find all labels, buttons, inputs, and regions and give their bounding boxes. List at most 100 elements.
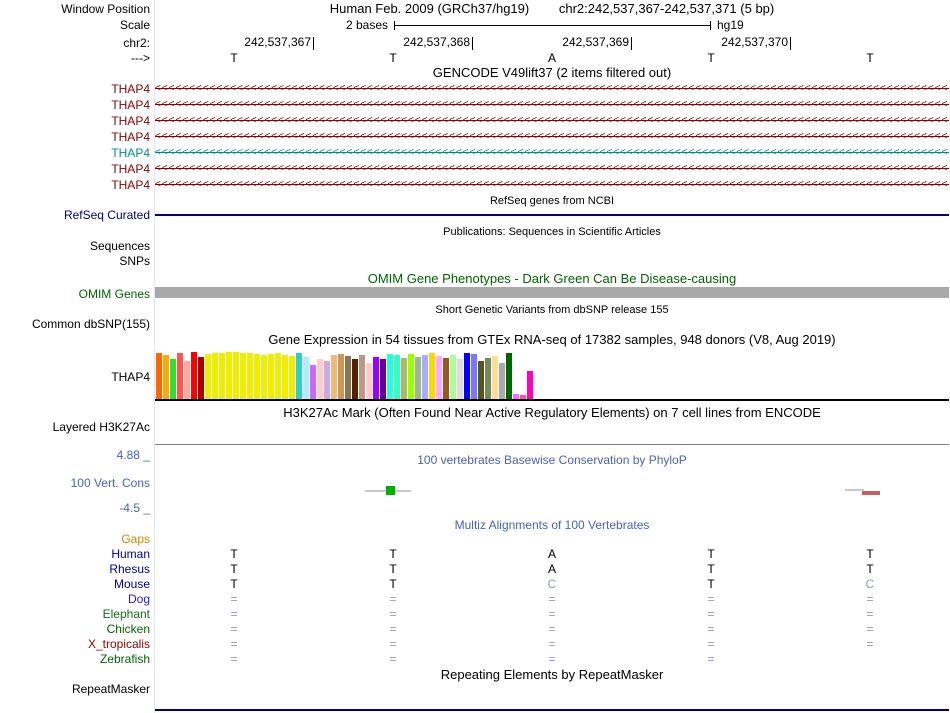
reference-base: T <box>707 51 715 65</box>
alignment-base: T <box>230 547 238 561</box>
species-label: Gaps <box>121 532 150 546</box>
alignment-base: = <box>707 637 715 651</box>
gtex-tissue-bar[interactable] <box>471 354 477 399</box>
gtex-tissue-bar[interactable] <box>331 355 337 399</box>
gtex-tissue-bar[interactable] <box>163 355 169 399</box>
alignment-base: = <box>548 607 556 621</box>
alignment-base: T <box>707 577 715 591</box>
gtex-tissue-bar[interactable] <box>443 358 449 399</box>
gtex-tissue-bar[interactable] <box>394 355 400 399</box>
gtex-tissue-bar[interactable] <box>478 361 484 399</box>
gtex-tissue-bar[interactable] <box>527 371 533 399</box>
gtex-tissue-bar[interactable] <box>170 359 176 399</box>
species-label: Chicken <box>106 622 150 636</box>
gene-transcript[interactable]: <<<<<<<<<<<<<<<<<<<<<<<<<<<<<<<<<<<<<<<<… <box>155 97 949 113</box>
gtex-tissue-bar[interactable] <box>352 359 358 399</box>
ruler-coordinate[interactable]: 242,537,367 <box>201 36 311 49</box>
ruler-coordinate[interactable]: 242,537,370 <box>678 36 788 49</box>
gene-transcript[interactable]: <<<<<<<<<<<<<<<<<<<<<<<<<<<<<<<<<<<<<<<<… <box>155 161 949 177</box>
gtex-tissue-bar[interactable] <box>408 354 414 399</box>
gtex-tissue-bar[interactable] <box>345 356 351 399</box>
gtex-tissue-bar[interactable] <box>429 353 435 399</box>
gtex-tissue-bar[interactable] <box>317 359 323 399</box>
gtex-tissue-bar[interactable] <box>485 358 491 399</box>
gtex-tissue-bar[interactable] <box>289 356 295 399</box>
ruler-tick-mark <box>631 37 632 50</box>
ruler-tick-mark <box>790 37 791 50</box>
species-label: Dog <box>127 592 150 606</box>
gtex-tissue-bar[interactable] <box>401 358 407 399</box>
alignment-base: = <box>866 592 874 606</box>
gene-transcript[interactable]: <<<<<<<<<<<<<<<<<<<<<<<<<<<<<<<<<<<<<<<<… <box>155 145 949 161</box>
gtex-tissue-bar[interactable] <box>366 363 372 399</box>
gtex-tissue-bar[interactable] <box>450 355 456 399</box>
gtex-bar-chart[interactable] <box>155 351 949 399</box>
track-title-repeatmasker[interactable]: Repeating Elements by RepeatMasker <box>155 668 949 682</box>
gtex-tissue-bar[interactable] <box>464 353 470 399</box>
track-title-h3k27ac[interactable]: H3K27Ac Mark (Often Found Near Active Re… <box>155 406 949 420</box>
gtex-tissue-bar[interactable] <box>198 357 204 399</box>
gtex-tissue-bar[interactable] <box>191 352 197 399</box>
ruler-coordinate[interactable]: 242,537,368 <box>360 36 470 49</box>
gtex-tissue-bar[interactable] <box>296 353 302 399</box>
gtex-tissue-bar[interactable] <box>219 353 225 399</box>
gtex-tissue-bar[interactable] <box>499 363 505 399</box>
gtex-tissue-bar[interactable] <box>282 355 288 399</box>
gtex-tissue-bar[interactable] <box>457 359 463 399</box>
gtex-tissue-bar[interactable] <box>387 354 393 399</box>
gtex-tissue-bar[interactable] <box>268 354 274 399</box>
omim-gene-item[interactable] <box>155 287 949 298</box>
alignment-base: A <box>547 547 557 561</box>
gtex-tissue-bar[interactable] <box>261 355 267 399</box>
track-title-publications[interactable]: Publications: Sequences in Scientific Ar… <box>155 225 949 239</box>
gtex-tissue-bar[interactable] <box>177 353 183 399</box>
refseq-gene-item[interactable] <box>155 214 949 216</box>
gtex-tissue-bar[interactable] <box>184 361 190 399</box>
gtex-tissue-bar[interactable] <box>303 357 309 399</box>
alignment-base: T <box>230 577 238 591</box>
alignment-base: = <box>707 622 715 636</box>
track-title-phylop[interactable]: 100 vertebrates Basewise Conservation by… <box>155 453 949 467</box>
alignment-base: = <box>230 607 238 621</box>
gtex-tissue-bar[interactable] <box>415 357 421 399</box>
gene-transcript[interactable]: <<<<<<<<<<<<<<<<<<<<<<<<<<<<<<<<<<<<<<<<… <box>155 177 949 193</box>
gtex-tissue-bar[interactable] <box>373 357 379 399</box>
track-title-omim[interactable]: OMIM Gene Phenotypes - Dark Green Can Be… <box>155 272 949 286</box>
scale-bar-line <box>395 25 710 26</box>
gtex-tissue-bar[interactable] <box>324 361 330 399</box>
alignment-base: = <box>548 637 556 651</box>
track-title-refseq[interactable]: RefSeq genes from NCBI <box>155 194 949 208</box>
gtex-tissue-bar[interactable] <box>436 356 442 399</box>
gtex-tissue-bar[interactable] <box>226 352 232 399</box>
track-title-dbsnp[interactable]: Short Genetic Variants from dbSNP releas… <box>155 303 949 317</box>
alignment-base: = <box>389 637 397 651</box>
gtex-baseline <box>155 399 949 401</box>
phylop-signal <box>365 490 386 492</box>
gene-transcript[interactable]: <<<<<<<<<<<<<<<<<<<<<<<<<<<<<<<<<<<<<<<<… <box>155 113 949 129</box>
alignment-base: = <box>707 607 715 621</box>
gtex-tissue-bar[interactable] <box>247 353 253 399</box>
gtex-tissue-bar[interactable] <box>205 354 211 399</box>
gtex-tissue-bar[interactable] <box>240 353 246 399</box>
gtex-tissue-bar[interactable] <box>492 356 498 399</box>
gtex-tissue-bar[interactable] <box>338 354 344 399</box>
alignment-base: T <box>707 562 715 576</box>
ruler-coordinate[interactable]: 242,537,369 <box>519 36 629 49</box>
gtex-tissue-bar[interactable] <box>359 355 365 399</box>
gene-transcript[interactable]: <<<<<<<<<<<<<<<<<<<<<<<<<<<<<<<<<<<<<<<<… <box>155 129 949 145</box>
gtex-tissue-bar[interactable] <box>212 353 218 399</box>
gtex-tissue-bar[interactable] <box>380 359 386 399</box>
alignment-base: A <box>547 562 557 576</box>
track-title-multiz[interactable]: Multiz Alignments of 100 Vertebrates <box>155 518 949 532</box>
gtex-tissue-bar[interactable] <box>254 354 260 399</box>
gtex-tissue-bar[interactable] <box>506 353 512 399</box>
track-title-gencode[interactable]: GENCODE V49lift37 (2 items filtered out) <box>155 66 949 80</box>
gtex-tissue-bar[interactable] <box>422 355 428 399</box>
track-title-gtex[interactable]: Gene Expression in 54 tissues from GTEx … <box>155 333 949 347</box>
scale-value: 2 bases <box>345 18 388 32</box>
gtex-tissue-bar[interactable] <box>275 353 281 399</box>
gtex-tissue-bar[interactable] <box>310 365 316 399</box>
gtex-tissue-bar[interactable] <box>233 352 239 399</box>
gene-transcript[interactable]: <<<<<<<<<<<<<<<<<<<<<<<<<<<<<<<<<<<<<<<<… <box>155 81 949 97</box>
gtex-tissue-bar[interactable] <box>156 353 162 399</box>
